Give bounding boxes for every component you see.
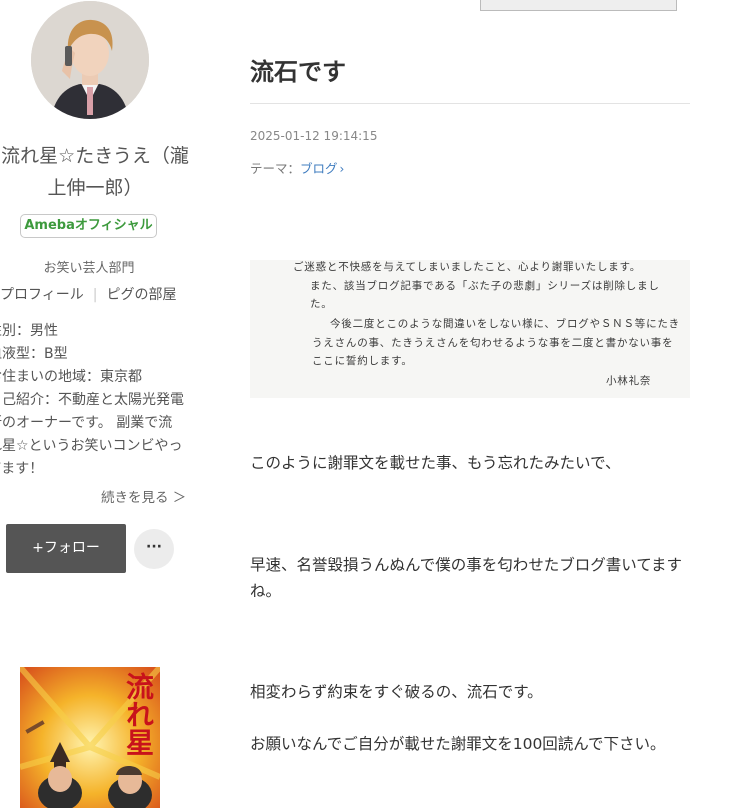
author-avatar[interactable] <box>31 1 149 119</box>
post-paragraph: このように謝罪文を載せた事、もう忘れたみたいで、 <box>250 454 621 472</box>
scan-text-line: ご迷惑と不快感を与えてしまいましたこと、心より謝罪いたします。 <box>293 261 642 273</box>
scan-signature: 小林礼奈 <box>606 375 652 387</box>
category-label[interactable]: お笑い芸人部門 <box>0 257 178 276</box>
post-theme: テーマ：ブログ › <box>250 158 344 177</box>
post-date: 2025-01-12 19:14:15 <box>250 129 378 143</box>
post-paragraph: 相変わらず約束をすぐ破るの、流石です。 <box>250 683 543 701</box>
profile-intro-line: てます！ <box>0 461 44 477</box>
more-options-button[interactable]: ··· <box>134 529 174 569</box>
author-name[interactable]: 流れ星☆たきうえ（瀧 上伸一郎） <box>0 140 200 204</box>
top-ad-banner[interactable] <box>480 0 677 11</box>
post-title[interactable]: 流石です <box>250 52 346 87</box>
scan-text-line: うえさんの事、たきうえさんを匂わせるような事を二度と書かない事を <box>312 337 674 349</box>
profile-location: お住まいの地域：東京都 <box>0 369 142 385</box>
apology-letter-image[interactable]: ご迷惑と不快感を与えてしまいましたこと、心より謝罪いたします。 また、該当ブログ… <box>250 260 690 398</box>
follow-button[interactable]: +フォロー <box>6 524 126 573</box>
profile-blood-type: 血液型：B型 <box>0 346 68 362</box>
chevron-right-icon: › <box>339 162 345 176</box>
scan-text-line: 今後二度とこのような間違いをしない様に、ブログやＳＮＳ等にたき <box>330 318 680 330</box>
profile-details: 性別：男性 血液型：B型 お住まいの地域：東京都 自己紹介：不動産と太陽光発電 … <box>0 320 188 481</box>
book-cover-image[interactable]: 流れ星 <box>20 667 160 808</box>
profile-gender: 性別：男性 <box>0 323 58 339</box>
profile-intro-line: 自己紹介：不動産と太陽光発電 <box>0 392 184 408</box>
post-paragraph: お願いなんでご自分が載せた謝罪文を100回読んで下さい。 <box>250 735 666 753</box>
link-divider: | <box>92 287 98 303</box>
profile-link[interactable]: プロフィール <box>0 287 84 303</box>
profile-photo-icon <box>31 1 149 119</box>
scan-text-line: また、該当ブログ記事である「ぶた子の悲劇」シリーズは削除しまし <box>310 280 660 292</box>
post-paragraph: 早速、名誉毀損うんぬんで僕の事を匂わせたブログ書いてますね。 <box>250 556 682 600</box>
theme-link[interactable]: ブログ <box>300 161 338 176</box>
read-more-link[interactable]: 続きを見る ＞ <box>101 486 186 506</box>
scan-text-line: た。 <box>310 298 333 310</box>
title-divider <box>250 103 690 104</box>
scan-text-line: ここに誓約します。 <box>312 355 413 367</box>
pigg-room-link[interactable]: ピグの部屋 <box>106 287 176 303</box>
profile-links: プロフィール | ピグの部屋 <box>0 284 176 304</box>
theme-label: テーマ： <box>250 161 301 176</box>
profile-intro-line: れ星☆というお笑いコンビやっ <box>0 438 183 454</box>
profile-intro-line: 所のオーナーです。 副業で流 <box>0 415 173 431</box>
official-badge: Amebaオフィシャル <box>20 214 157 238</box>
book-title: 流れ星 <box>122 672 155 756</box>
author-name-line-1[interactable]: 流れ星☆たきうえ（瀧 <box>0 140 200 172</box>
author-name-line-2[interactable]: 上伸一郎） <box>0 172 200 204</box>
